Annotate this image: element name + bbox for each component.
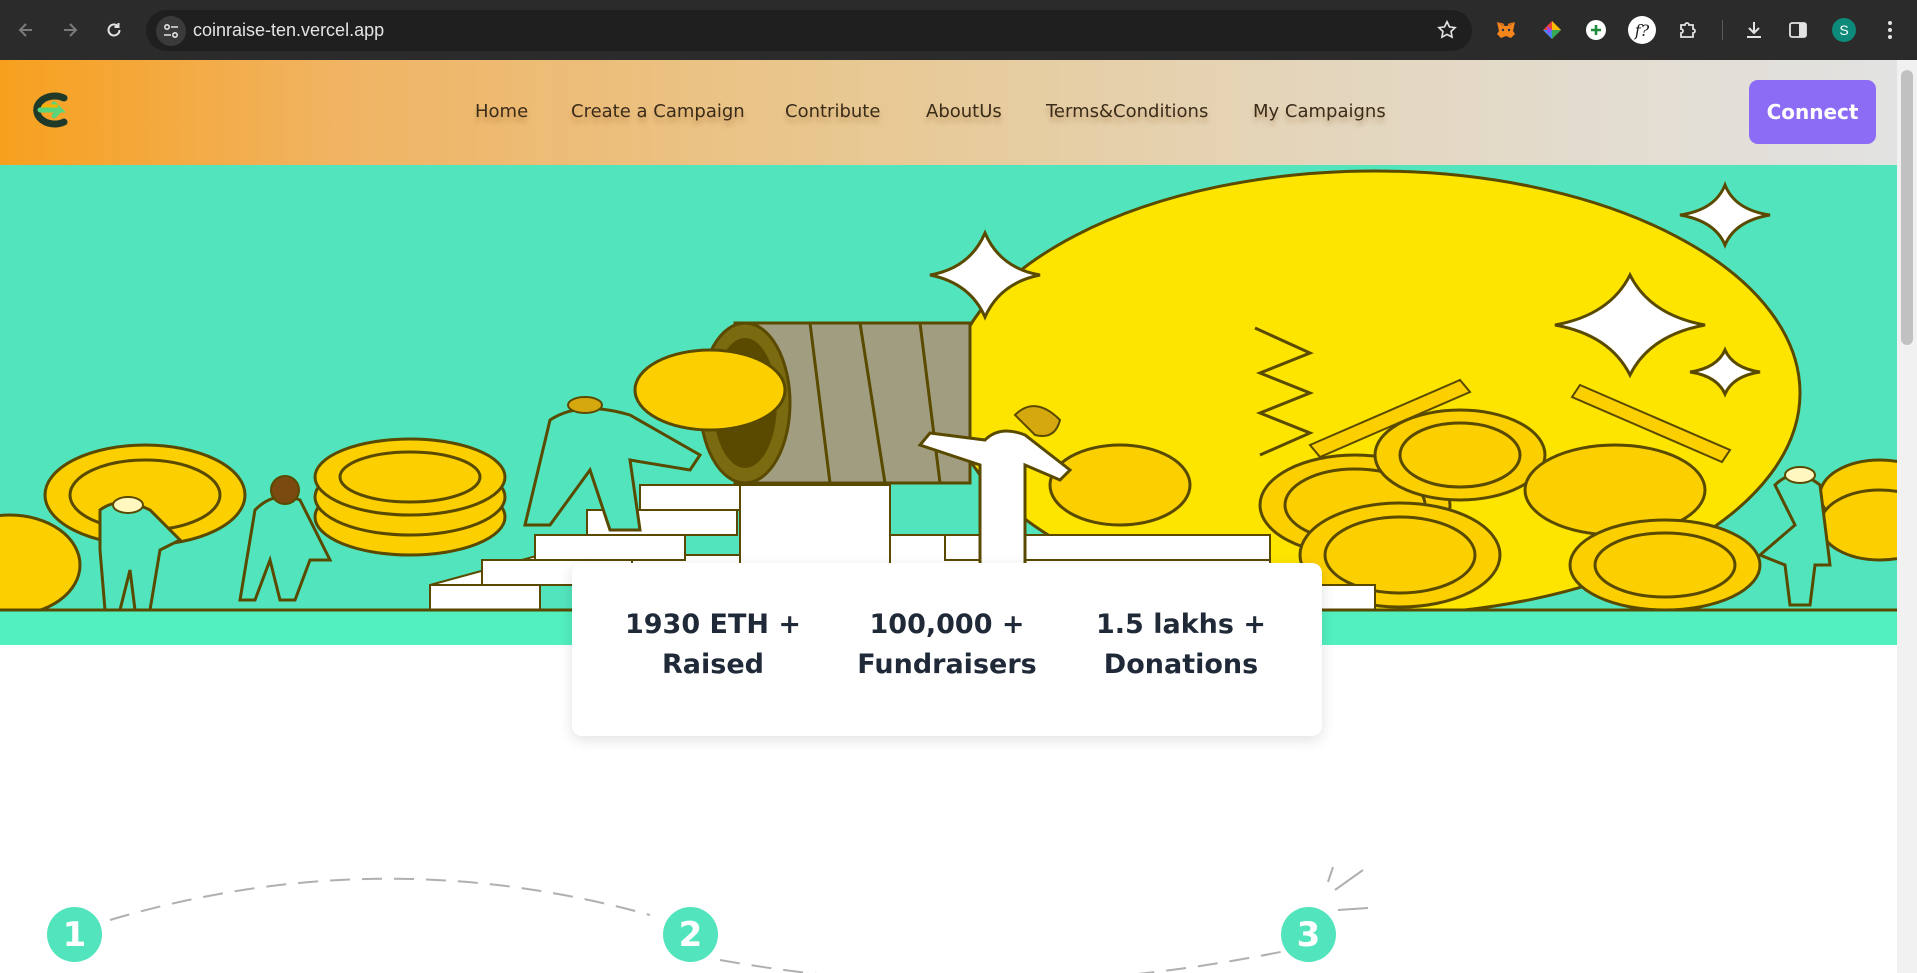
forward-icon[interactable] — [54, 14, 86, 46]
step-1-badge: 1 — [47, 907, 102, 962]
step-2-badge: 2 — [663, 907, 718, 962]
nav-create-campaign[interactable]: Create a Campaign — [571, 101, 745, 122]
page-scrollbar[interactable] — [1897, 60, 1917, 973]
stat-raised-label: Raised — [662, 649, 764, 680]
nav-terms-conditions[interactable]: Terms&Conditions — [1046, 101, 1208, 122]
site-header: Home Create a Campaign Contribute AboutU… — [0, 60, 1897, 165]
reload-icon[interactable] — [98, 14, 130, 46]
site-info-icon[interactable] — [156, 16, 186, 46]
nav-about-us[interactable]: AboutUs — [926, 101, 1002, 122]
stat-donations-value: 1.5 lakhs + — [1096, 609, 1266, 640]
stat-fundraisers-value: 100,000 + — [869, 609, 1025, 640]
menu-dots-icon[interactable] — [1874, 14, 1906, 46]
stat-raised-value: 1930 ETH + — [624, 609, 802, 640]
stat-donations-label: Donations — [1103, 649, 1259, 680]
profile-initial: S — [1832, 18, 1856, 42]
back-icon[interactable] — [10, 14, 42, 46]
nav-home[interactable]: Home — [475, 101, 528, 122]
stat-raised: 1930 ETH + Raised — [603, 605, 823, 685]
side-panel-icon[interactable] — [1782, 14, 1814, 46]
step-3-badge: 3 — [1281, 907, 1336, 962]
steps-connector-path — [109, 866, 1369, 973]
address-bar[interactable]: coinraise-ten.vercel.app — [146, 10, 1472, 51]
stat-fundraisers-label: Fundraisers — [857, 649, 1037, 680]
extensions-puzzle-icon[interactable] — [1672, 14, 1704, 46]
svg-text:f?: f? — [1634, 21, 1650, 40]
stats-card: 1930 ETH + Raised 100,000 + Fundraisers … — [572, 563, 1322, 736]
color-picker-icon[interactable] — [1536, 14, 1568, 46]
stat-donations: 1.5 lakhs + Donations — [1071, 605, 1291, 685]
profile-avatar[interactable]: S — [1828, 14, 1860, 46]
connect-wallet-button[interactable]: Connect — [1749, 80, 1876, 144]
nav-my-campaigns[interactable]: My Campaigns — [1253, 101, 1386, 122]
toolbar-divider — [1722, 20, 1723, 40]
metamask-icon[interactable] — [1490, 14, 1522, 46]
stat-fundraisers: 100,000 + Fundraisers — [837, 605, 1057, 685]
nav-contribute[interactable]: Contribute — [785, 101, 880, 122]
url-text: coinraise-ten.vercel.app — [193, 20, 385, 40]
browser-toolbar: coinraise-ten.vercel.app f? S — [0, 0, 1917, 60]
scrollbar-thumb[interactable] — [1901, 70, 1913, 345]
function-icon[interactable]: f? — [1626, 14, 1658, 46]
download-icon[interactable] — [1738, 14, 1770, 46]
bookmark-star-icon[interactable] — [1436, 19, 1458, 45]
add-circle-icon[interactable] — [1580, 14, 1612, 46]
